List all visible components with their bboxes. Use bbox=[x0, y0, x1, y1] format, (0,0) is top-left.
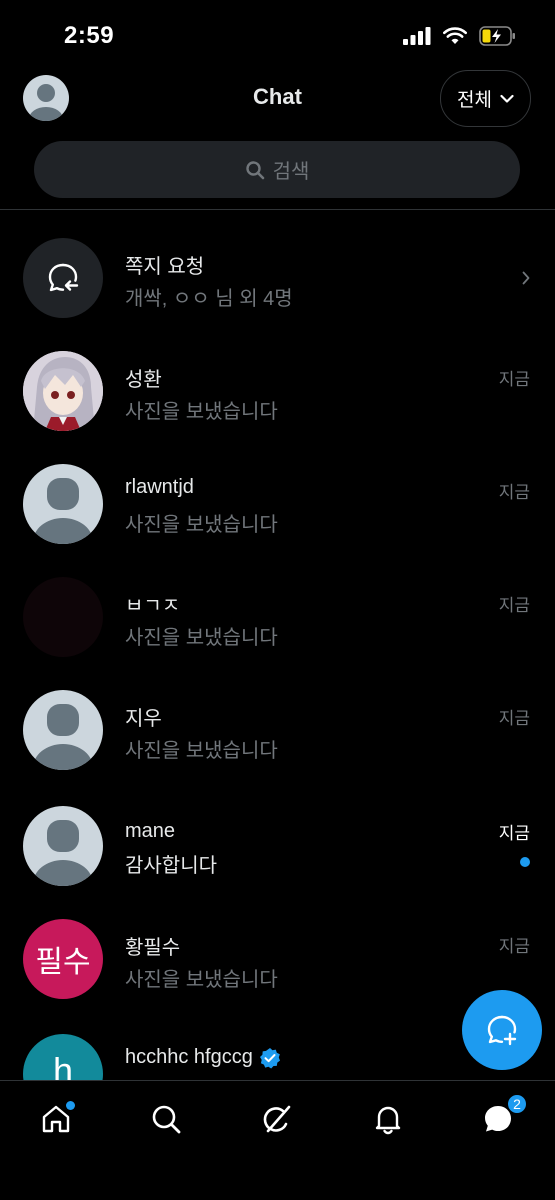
wifi-icon bbox=[443, 27, 467, 44]
avatar bbox=[23, 806, 103, 886]
header: Chat 전체 bbox=[0, 70, 555, 130]
chat-timestamp: 지금 bbox=[498, 370, 530, 389]
new-message-button[interactable] bbox=[462, 990, 542, 1070]
chat-timestamp: 지금 bbox=[498, 937, 530, 956]
avatar-text: h bbox=[52, 1050, 74, 1080]
status-bar: 2:59 bbox=[0, 0, 555, 70]
search-input[interactable]: 검색 bbox=[34, 141, 520, 198]
message-requests-avatar bbox=[23, 238, 103, 318]
message-requests-title: 쪽지 요청 bbox=[125, 256, 205, 278]
chat-timestamp: 지금 bbox=[498, 596, 530, 615]
chat-name: 지우 bbox=[125, 708, 162, 730]
chat-name: 황필수 bbox=[125, 937, 181, 959]
search-label: 검색 bbox=[272, 161, 310, 183]
bell-icon bbox=[375, 1106, 401, 1135]
chat-row[interactable]: 성환 사진을 보냈습니다 지금 bbox=[0, 334, 555, 447]
message-request-icon bbox=[48, 263, 79, 292]
chat-name: ㅂㄱㅈ bbox=[125, 595, 181, 617]
chat-preview: 사진을 보냈습니다 bbox=[125, 969, 278, 991]
chevron-down-icon bbox=[500, 94, 514, 103]
chat-preview: 사진을 보냈습니다 bbox=[125, 514, 278, 536]
message-requests-subtitle: 개싹, ㅇㅇ 님 외 4명 bbox=[125, 288, 293, 310]
chat-name: 성환 bbox=[125, 369, 162, 391]
chat-name-group: hcchhc hfgccg bbox=[125, 1046, 281, 1069]
chevron-right-icon bbox=[522, 271, 530, 285]
avatar bbox=[23, 464, 103, 544]
bottom-nav: 2 bbox=[0, 1080, 555, 1200]
nav-grok[interactable] bbox=[257, 1099, 297, 1139]
verified-badge-icon bbox=[259, 1047, 280, 1068]
chat-timestamp: 지금 bbox=[498, 709, 530, 728]
grok-icon bbox=[263, 1105, 291, 1133]
status-time: 2:59 bbox=[64, 22, 115, 49]
status-icons bbox=[403, 26, 517, 46]
chat-name: hcchhc hfgccg bbox=[125, 1046, 253, 1068]
anime-avatar-image bbox=[23, 351, 103, 431]
filter-dropdown-button[interactable]: 전체 bbox=[440, 70, 531, 127]
avatar-text: 필수 bbox=[35, 946, 91, 979]
battery-charging-icon bbox=[479, 26, 515, 46]
nav-home[interactable] bbox=[36, 1099, 76, 1139]
chat-preview: 사진을 보냈습니다 bbox=[125, 740, 278, 762]
default-person-icon bbox=[33, 478, 93, 544]
chat-name: mane bbox=[125, 820, 176, 842]
avatar bbox=[23, 690, 103, 770]
chat-row[interactable]: 필수 황필수 사진을 보냈습니다 지금 bbox=[0, 899, 555, 1012]
avatar: h bbox=[23, 1034, 103, 1080]
avatar bbox=[23, 577, 103, 657]
chat-timestamp: 지금 bbox=[498, 824, 530, 843]
filter-label: 전체 bbox=[457, 90, 492, 111]
chat-preview: 사진을 보냈습니다 bbox=[125, 627, 278, 649]
default-person-icon bbox=[33, 820, 93, 886]
signal-icon bbox=[403, 27, 431, 45]
search-icon bbox=[152, 1105, 181, 1134]
avatar: 필수 bbox=[23, 919, 103, 999]
nav-messages[interactable]: 2 bbox=[478, 1093, 528, 1139]
home-notification-dot bbox=[66, 1101, 75, 1110]
message-requests-row[interactable]: 쪽지 요청 개싹, ㅇㅇ 님 외 4명 bbox=[0, 221, 555, 334]
new-message-icon bbox=[487, 1015, 517, 1046]
chat-row[interactable]: mane 감사합니다 지금 bbox=[0, 786, 555, 899]
chat-preview: 감사합니다 bbox=[125, 855, 217, 877]
chat-preview: 사진을 보냈습니다 bbox=[125, 401, 278, 423]
default-person-icon bbox=[33, 704, 93, 770]
divider bbox=[0, 209, 555, 210]
unread-dot bbox=[520, 857, 530, 867]
nav-notifications[interactable] bbox=[368, 1099, 408, 1139]
chat-row[interactable]: ㅂㄱㅈ 사진을 보냈습니다 지금 bbox=[0, 560, 555, 673]
chat-row[interactable]: 지우 사진을 보냈습니다 지금 bbox=[0, 673, 555, 786]
nav-search[interactable] bbox=[146, 1099, 186, 1139]
search-icon bbox=[245, 160, 264, 179]
chat-row[interactable]: rlawntjd 사진을 보냈습니다 지금 bbox=[0, 447, 555, 560]
avatar bbox=[23, 351, 103, 431]
chat-timestamp: 지금 bbox=[498, 483, 530, 502]
messages-badge: 2 bbox=[506, 1093, 528, 1115]
chat-name: rlawntjd bbox=[125, 476, 194, 498]
